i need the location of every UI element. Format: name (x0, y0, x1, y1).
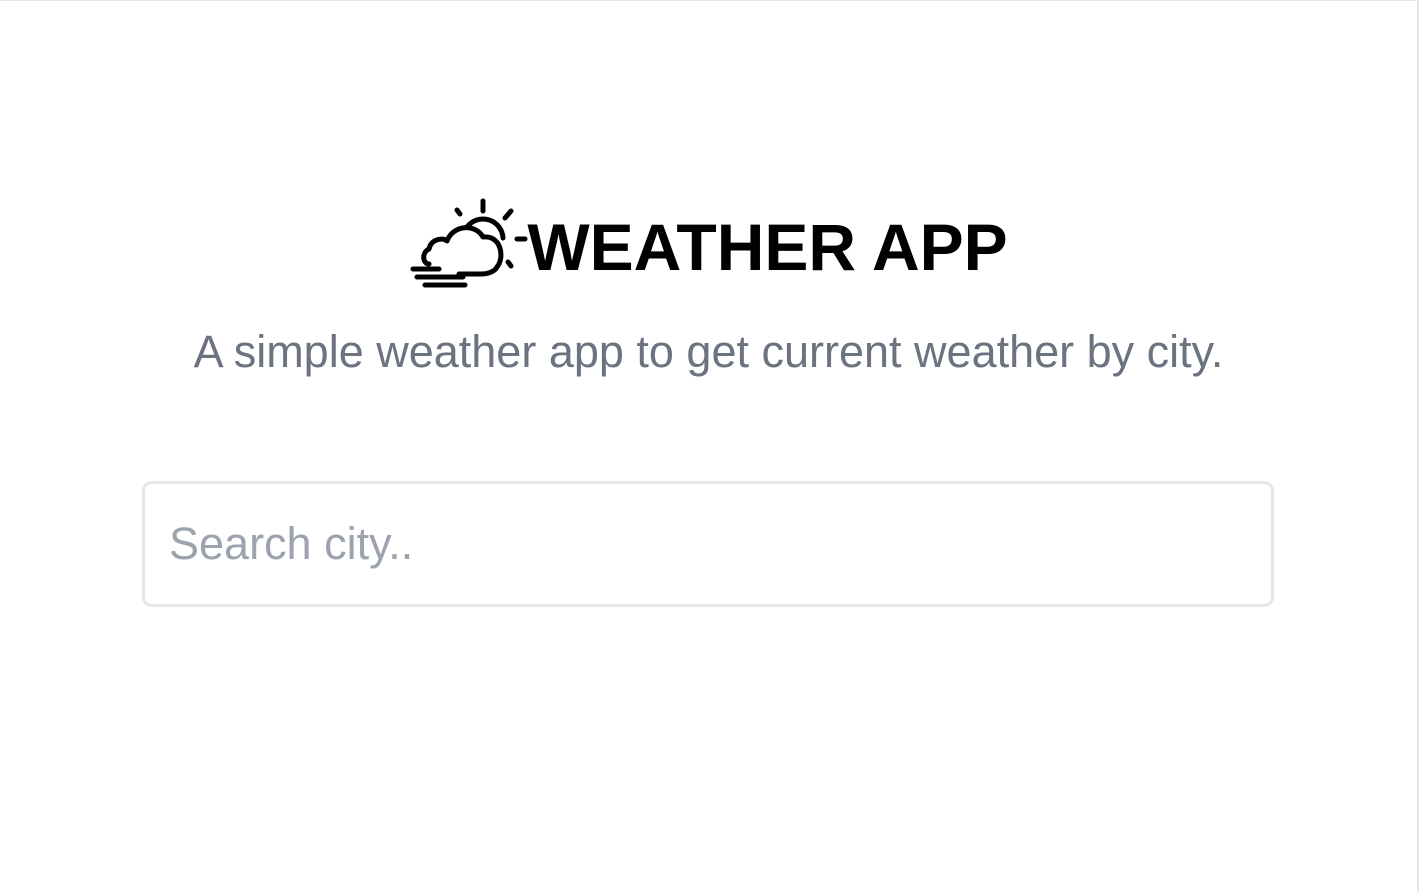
page-subtitle: A simple weather app to get current weat… (193, 326, 1224, 377)
page-title: WEATHER APP (527, 210, 1008, 284)
cloud-sun-wind-icon (410, 198, 528, 288)
search-input[interactable] (145, 484, 1271, 604)
search-box (142, 481, 1274, 607)
app-header: WEATHER APP (0, 193, 1417, 297)
weather-app: WEATHER APP A simple weather app to get … (0, 1, 1417, 892)
title-group: WEATHER APP (409, 193, 1008, 297)
